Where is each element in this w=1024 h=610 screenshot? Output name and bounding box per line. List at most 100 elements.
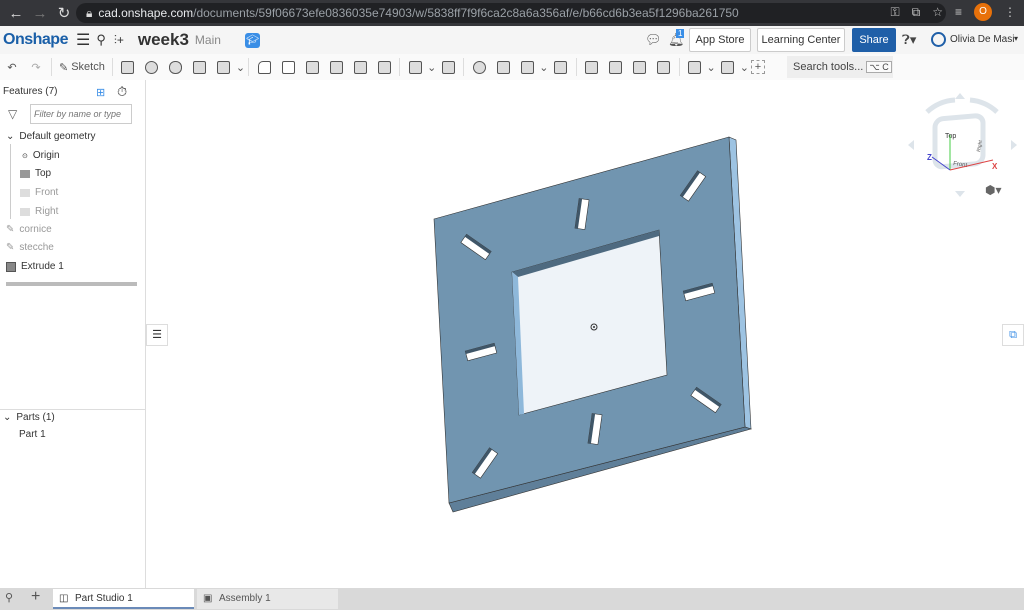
address-bar[interactable]: 🔒︎ cad.onshape.com/documents/59f06673efe0… bbox=[76, 3, 946, 23]
comment-icon[interactable]: 💬︎ bbox=[645, 32, 662, 48]
chevron-down-icon[interactable]: ⌄ bbox=[236, 61, 245, 74]
chevron-down-icon[interactable]: ⌄ bbox=[427, 61, 436, 74]
document-title[interactable]: week3 bbox=[138, 30, 189, 50]
delete-part-icon[interactable] bbox=[551, 58, 571, 76]
rollback-bar[interactable] bbox=[6, 282, 137, 286]
filter-input[interactable] bbox=[30, 104, 132, 124]
fillet-icon[interactable] bbox=[254, 58, 274, 76]
chevron-down-icon: ⌄ bbox=[3, 412, 12, 423]
feature-right-plane[interactable]: Right bbox=[20, 206, 58, 217]
star-icon[interactable]: ☆ bbox=[932, 5, 943, 19]
model-canvas[interactable] bbox=[147, 80, 1024, 588]
plane-icon bbox=[20, 188, 30, 197]
sweep-icon[interactable] bbox=[166, 58, 186, 76]
part-item[interactable]: Part 1 bbox=[19, 429, 46, 440]
revolve-icon[interactable] bbox=[142, 58, 162, 76]
notification-badge: 1 bbox=[676, 29, 685, 38]
extrude-icon[interactable] bbox=[118, 58, 138, 76]
search-tools-input[interactable]: Search tools... ⌥ C bbox=[787, 56, 893, 78]
onshape-logo[interactable]: Onshape bbox=[3, 31, 68, 49]
boolean-icon[interactable] bbox=[469, 58, 489, 76]
delete-face-icon[interactable] bbox=[606, 58, 626, 76]
plane-icon[interactable] bbox=[685, 58, 705, 76]
feature-sketch-cornice[interactable]: ✎ cornice bbox=[6, 224, 52, 235]
view-options-icon[interactable]: ⬢▾ bbox=[985, 183, 1002, 197]
chevron-down-icon[interactable]: ⌄ bbox=[539, 61, 548, 74]
user-menu[interactable]: Olivia De Masi bbox=[950, 34, 1014, 45]
arrow-right-icon[interactable] bbox=[1011, 140, 1017, 150]
key-icon[interactable]: ⚿ bbox=[891, 5, 900, 20]
mirror-icon[interactable] bbox=[438, 58, 458, 76]
media-icon[interactable]: ≡ bbox=[955, 5, 962, 19]
hamburger-icon[interactable]: ☰ bbox=[76, 30, 90, 50]
rollback-timer-icon[interactable]: ⏱︎ bbox=[117, 84, 127, 100]
add-custom-feature-icon[interactable]: + bbox=[750, 60, 765, 74]
feature-list-icon[interactable]: ⚲ bbox=[96, 32, 106, 48]
tab-part-studio-1[interactable]: ◫ Part Studio 1 bbox=[53, 589, 194, 609]
modify-fillet-icon[interactable] bbox=[582, 58, 602, 76]
arrow-down-icon[interactable] bbox=[955, 191, 965, 197]
chamfer-icon[interactable] bbox=[278, 58, 298, 76]
share-button[interactable]: Share bbox=[852, 28, 896, 52]
origin-icon: ⊙ bbox=[22, 152, 28, 160]
feature-extrude-1[interactable]: Extrude 1 bbox=[6, 261, 64, 272]
view-cube[interactable]: Top Front Right Z X bbox=[905, 90, 1020, 205]
menu-icon[interactable]: ⋮ bbox=[1004, 5, 1016, 19]
reload-icon[interactable]: ↻ bbox=[52, 4, 76, 22]
rib-icon[interactable] bbox=[326, 58, 346, 76]
divider bbox=[463, 58, 465, 76]
forward-icon[interactable]: → bbox=[28, 5, 52, 22]
feature-sketch-stecche[interactable]: ✎ stecche bbox=[6, 242, 54, 253]
chevron-down-icon[interactable]: ⌄ bbox=[740, 61, 749, 74]
default-geometry-group[interactable]: ⌄ Default geometry bbox=[6, 131, 96, 142]
shortcut-badge: ⌥ C bbox=[866, 61, 892, 73]
arrow-left-icon[interactable] bbox=[908, 140, 914, 150]
arrow-up-icon[interactable] bbox=[955, 93, 965, 99]
move-face-icon[interactable] bbox=[630, 58, 650, 76]
appearance-panel-icon[interactable]: ⧉ bbox=[1002, 324, 1024, 346]
shell-icon[interactable] bbox=[350, 58, 370, 76]
thicken-icon[interactable] bbox=[214, 58, 234, 76]
draft-icon[interactable] bbox=[302, 58, 322, 76]
loft-icon[interactable] bbox=[190, 58, 210, 76]
cube-icon[interactable] bbox=[932, 113, 986, 170]
parts-group[interactable]: ⌄ Parts (1) bbox=[3, 412, 55, 423]
view-cube-graphic[interactable]: Top Front Right Z X bbox=[905, 90, 1020, 205]
add-folder-icon[interactable]: ⊞ bbox=[96, 86, 105, 99]
add-tab-icon[interactable]: + bbox=[31, 588, 40, 606]
rotate-arrows-icon[interactable] bbox=[925, 97, 999, 114]
replace-face-icon[interactable] bbox=[654, 58, 674, 76]
sketch-button[interactable]: ✎ Sketch bbox=[55, 61, 109, 74]
feature-front-plane[interactable]: Front bbox=[20, 187, 58, 198]
graphics-viewport[interactable] bbox=[147, 80, 1024, 588]
undo-icon[interactable]: ↶ bbox=[2, 58, 22, 76]
help-icon[interactable]: ❓︎▾ bbox=[902, 32, 916, 48]
cube-face-top[interactable]: Top bbox=[945, 133, 956, 140]
transform-icon[interactable] bbox=[517, 58, 537, 76]
back-icon[interactable]: ← bbox=[4, 5, 28, 22]
translate-icon[interactable]: ⧉ bbox=[912, 5, 921, 20]
mate-connector-icon[interactable] bbox=[718, 58, 738, 76]
hole-icon[interactable] bbox=[374, 58, 394, 76]
branch-label[interactable]: Main bbox=[195, 33, 221, 47]
app-store-button[interactable]: App Store bbox=[689, 28, 751, 52]
learning-center-button[interactable]: Learning Center bbox=[757, 28, 845, 52]
filter-icon[interactable]: ▽ bbox=[8, 107, 17, 121]
sketch-icon: ✎ bbox=[6, 242, 15, 253]
redo-icon[interactable]: ↷ bbox=[26, 58, 46, 76]
education-icon[interactable]: 🎓︎ bbox=[244, 32, 260, 48]
user-avatar-icon[interactable] bbox=[931, 32, 946, 47]
assembly-icon: ▣ bbox=[203, 593, 213, 604]
feature-origin[interactable]: ⊙ Origin bbox=[22, 150, 60, 161]
feature-top-plane[interactable]: Top bbox=[20, 168, 51, 179]
profile-avatar[interactable]: O bbox=[974, 3, 992, 21]
divider bbox=[575, 58, 577, 76]
feature-label: Extrude 1 bbox=[21, 261, 64, 272]
pattern-icon[interactable] bbox=[405, 58, 425, 76]
variable-icon[interactable]: ⫶+ bbox=[114, 33, 124, 48]
tab-assembly-1[interactable]: ▣ Assembly 1 bbox=[197, 589, 338, 609]
tab-search-icon[interactable]: ⚲ bbox=[5, 591, 13, 604]
split-icon[interactable] bbox=[493, 58, 513, 76]
part-1-model[interactable] bbox=[433, 136, 753, 513]
chevron-down-icon[interactable]: ⌄ bbox=[707, 61, 716, 74]
